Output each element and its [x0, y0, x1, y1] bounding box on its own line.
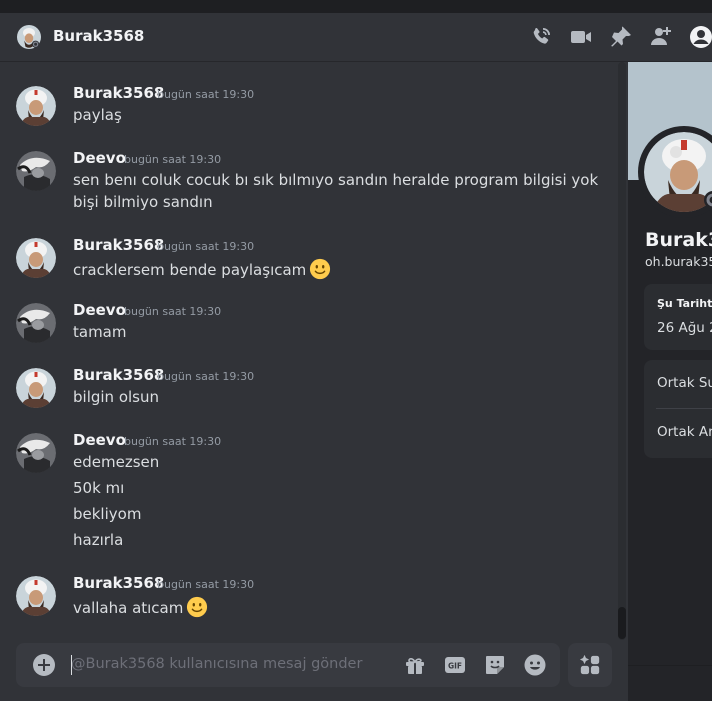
- message-text-content: 50k mı: [73, 479, 125, 497]
- author-avatar[interactable]: [16, 368, 56, 408]
- author-avatar[interactable]: [16, 576, 56, 616]
- message-text: vallaha atıcam: [73, 596, 208, 618]
- author-avatar[interactable]: [16, 303, 56, 343]
- author-name[interactable]: Burak3568: [73, 236, 164, 254]
- chat-scrollbar-track[interactable]: [618, 62, 626, 640]
- author-name[interactable]: Deevo: [73, 301, 126, 319]
- message-text: edemezsen: [73, 453, 159, 471]
- message-text: 50k mı: [73, 479, 124, 497]
- gift-icon[interactable]: [403, 653, 427, 677]
- message-timestamp[interactable]: bugün saat 19:30: [124, 435, 221, 448]
- gif-icon[interactable]: GIF: [443, 653, 467, 677]
- header-avatar[interactable]: [17, 25, 41, 49]
- dm-header: Burak3568: [0, 13, 712, 62]
- video-call-icon[interactable]: [569, 25, 593, 49]
- message-timestamp[interactable]: bugün saat 19:30: [157, 370, 254, 383]
- message-text-content: cracklersem bende paylaşıcam: [73, 261, 307, 279]
- mutual-divider: [656, 408, 712, 409]
- message-text: tamam: [73, 323, 127, 341]
- message-composer[interactable]: @Burak3568 kullanıcısına mesaj gönder GI…: [16, 643, 560, 687]
- message-text: bişi bilmiyo sandın: [73, 193, 213, 211]
- author-avatar[interactable]: [16, 238, 56, 278]
- author-avatar[interactable]: [16, 433, 56, 473]
- message-text: paylaş: [73, 106, 122, 124]
- member-since-card: Şu Tarihten 26 Ağu 20: [644, 284, 712, 350]
- message-text-content: tamam: [73, 323, 127, 341]
- message-text-content: bilgin olsun: [73, 388, 159, 406]
- message-text-content: sen benı coluk cocuk bı sık bılmıyo sand…: [73, 171, 599, 189]
- message-timestamp[interactable]: bugün saat 19:30: [157, 578, 254, 591]
- mutual-servers-item[interactable]: Ortak Sun: [657, 375, 712, 391]
- profile-panel: Burak35 oh.burak35 Şu Tarihten 26 Ağu 20…: [628, 62, 712, 701]
- sticker-icon[interactable]: [483, 653, 507, 677]
- message-text: cracklersem bende paylaşıcam: [73, 258, 331, 280]
- message-text: sen benı coluk cocuk bı sık bılmıyo sand…: [73, 171, 598, 189]
- member-since-label: Şu Tarihten: [657, 297, 712, 310]
- window-top-strip: [0, 0, 712, 13]
- message-timestamp[interactable]: bugün saat 19:30: [157, 88, 254, 101]
- author-name[interactable]: Deevo: [73, 149, 126, 167]
- message-text: bilgin olsun: [73, 388, 159, 406]
- apps-button[interactable]: [568, 643, 612, 687]
- message-text: hazırla: [73, 531, 123, 549]
- author-name[interactable]: Burak3568: [73, 574, 164, 592]
- apps-icon: [579, 654, 600, 675]
- message-text-content: paylaş: [73, 106, 122, 124]
- author-name[interactable]: Burak3568: [73, 84, 164, 102]
- message-list[interactable]: Burak3568 bugün saat 19:30 paylaş Deevo bugü…: [0, 62, 618, 634]
- message-input[interactable]: @Burak3568 kullanıcısına mesaj gönder: [71, 656, 362, 672]
- dm-title: Burak3568: [53, 27, 145, 45]
- user-profile-icon[interactable]: [689, 25, 712, 49]
- add-friends-icon[interactable]: [649, 25, 673, 49]
- pin-icon[interactable]: [609, 25, 633, 49]
- profile-display-name: Burak35: [645, 229, 712, 251]
- message-text-content: vallaha atıcam: [73, 599, 184, 617]
- mutual-card: Ortak Sun Ortak Ark: [644, 360, 712, 458]
- author-avatar[interactable]: [16, 151, 56, 191]
- chat-scrollbar-thumb[interactable]: [618, 607, 626, 639]
- add-attachment-icon[interactable]: [32, 653, 56, 677]
- author-avatar[interactable]: [16, 86, 56, 126]
- message-text-content: bekliyom: [73, 505, 142, 523]
- message-timestamp[interactable]: bugün saat 19:30: [124, 153, 221, 166]
- emoji-icon[interactable]: [523, 653, 547, 677]
- message-text-content: bişi bilmiyo sandın: [73, 193, 213, 211]
- member-since-value: 26 Ağu 20: [657, 320, 712, 336]
- slightly-smiling-emoji-icon: [187, 596, 208, 618]
- author-name[interactable]: Deevo: [73, 431, 126, 449]
- phone-call-icon[interactable]: [529, 25, 553, 49]
- panel-bottom-divider: [628, 665, 712, 666]
- profile-username: oh.burak35: [645, 254, 712, 269]
- message-timestamp[interactable]: bugün saat 19:30: [124, 305, 221, 318]
- message-text-content: edemezsen: [73, 453, 160, 471]
- status-offline-icon: [704, 191, 712, 209]
- message-text: bekliyom: [73, 505, 141, 523]
- message-timestamp[interactable]: bugün saat 19:30: [157, 240, 254, 253]
- slightly-smiling-emoji-icon: [310, 258, 331, 280]
- author-name[interactable]: Burak3568: [73, 366, 164, 384]
- mutual-friends-item[interactable]: Ortak Ark: [657, 424, 712, 440]
- svg-text:GIF: GIF: [448, 662, 462, 671]
- message-text-content: hazırla: [73, 531, 124, 549]
